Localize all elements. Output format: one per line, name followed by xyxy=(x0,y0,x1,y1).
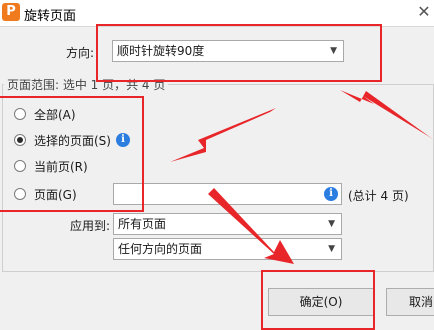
close-icon[interactable]: ✕ xyxy=(414,2,434,22)
annotation-arrows xyxy=(170,90,434,264)
annotation-arrow-up xyxy=(340,90,434,140)
annotation-arrow-down xyxy=(208,188,294,264)
annotation-arrow-left xyxy=(170,108,276,162)
